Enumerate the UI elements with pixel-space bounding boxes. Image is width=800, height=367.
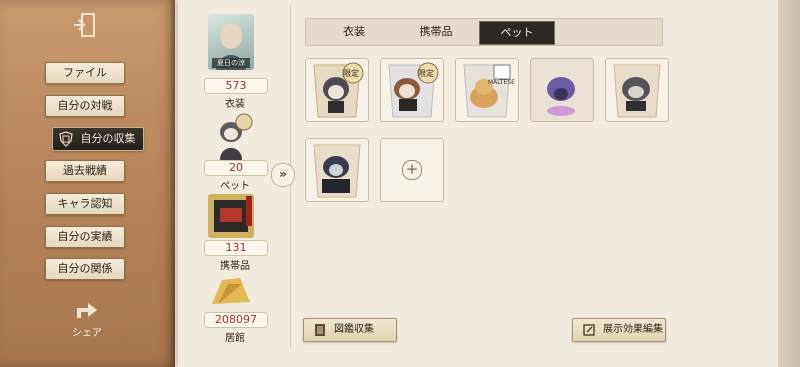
pet-card-6[interactable] (305, 138, 369, 202)
pet-card-3[interactable]: MALTESE (455, 58, 519, 122)
edit-icon (583, 324, 595, 336)
button-label: 展示効果編集 (603, 324, 663, 335)
share-label: シェア (72, 328, 102, 339)
pet-6-art (313, 144, 361, 198)
outfit-count: 573 (204, 78, 268, 94)
item-count: 131 (204, 240, 268, 256)
sidebar: ファイル 自分の対戦 自分の収集 過去戦績 キャラ認知 自分の実績 自分の関係 … (0, 0, 175, 367)
mansion-thumb (212, 278, 250, 304)
pet-5-art (613, 64, 661, 118)
outfit-label: 衣装 (225, 99, 245, 110)
limited-badge: 限定 (418, 69, 434, 78)
plus-icon: + (402, 160, 422, 180)
share-icon (77, 303, 97, 318)
sidebar-item-collection[interactable]: 自分の収集 (52, 127, 144, 151)
shield-emblem-icon (59, 131, 73, 147)
tab-label: 衣装 (343, 25, 365, 38)
sidebar-item-achievements[interactable]: 自分の実績 (45, 226, 125, 248)
pet-card-4[interactable] (530, 58, 594, 122)
item-thumb (214, 196, 252, 232)
sidebar-item-relations[interactable]: 自分の関係 (45, 258, 125, 280)
mansion-portrait[interactable] (208, 274, 254, 312)
pet-3-art (463, 64, 511, 118)
mansion-label: 居館 (225, 333, 245, 344)
portrait-tag: 夏日の涼 (217, 59, 245, 67)
exit-icon[interactable] (70, 10, 100, 40)
illustrated-collection-button[interactable]: 図鑑収集 (303, 318, 397, 342)
tab-bar: 衣装 携帯品 ペット (305, 18, 663, 46)
sidebar-item-history[interactable]: 過去戦績 (45, 160, 125, 182)
expand-arrow-button[interactable]: » (271, 163, 295, 187)
tab-items[interactable]: 携帯品 (388, 19, 484, 45)
pet-card-5[interactable] (605, 58, 669, 122)
pet-label: ペット (220, 181, 250, 192)
sidebar-item-label: 自分の対戦 (57, 99, 113, 112)
sidebar-item-label: 自分の関係 (57, 262, 113, 275)
pet-4-art (531, 59, 593, 121)
book-icon (315, 324, 325, 336)
display-effect-edit-button[interactable]: 展示効果編集 (572, 318, 666, 342)
share-button[interactable]: シェア (62, 300, 112, 339)
add-pet-slot[interactable]: + (380, 138, 444, 202)
item-portrait[interactable] (208, 194, 254, 238)
pet-card-1[interactable]: 限定 (305, 58, 369, 122)
pet-thumb (220, 113, 253, 160)
sidebar-item-label: 過去戦績 (63, 164, 107, 177)
mansion-count: 208097 (204, 312, 268, 328)
sidebar-item-file[interactable]: ファイル (45, 62, 125, 84)
tab-pets[interactable]: ペット (479, 21, 555, 45)
button-label: 図鑑収集 (334, 324, 374, 335)
sidebar-item-label: キャラ認知 (57, 197, 113, 210)
tab-label: 携帯品 (419, 25, 453, 38)
pet-count: 20 (204, 160, 268, 176)
sidebar-item-label: ファイル (63, 66, 107, 79)
pet-card-2[interactable]: 限定 (380, 58, 444, 122)
sidebar-item-label: 自分の実績 (57, 230, 113, 243)
tab-label: ペット (500, 26, 534, 39)
sidebar-item-character[interactable]: キャラ認知 (45, 193, 125, 215)
right-edge (778, 0, 800, 367)
sidebar-item-label: 自分の収集 (80, 132, 136, 145)
outfit-portrait[interactable]: 夏日の涼 (208, 14, 254, 70)
item-label: 携帯品 (220, 261, 250, 272)
pet-portrait[interactable] (208, 112, 254, 162)
limited-badge: 限定 (343, 69, 359, 78)
maltese-tag: MALTESE (488, 79, 515, 86)
sidebar-item-battles[interactable]: 自分の対戦 (45, 95, 125, 117)
